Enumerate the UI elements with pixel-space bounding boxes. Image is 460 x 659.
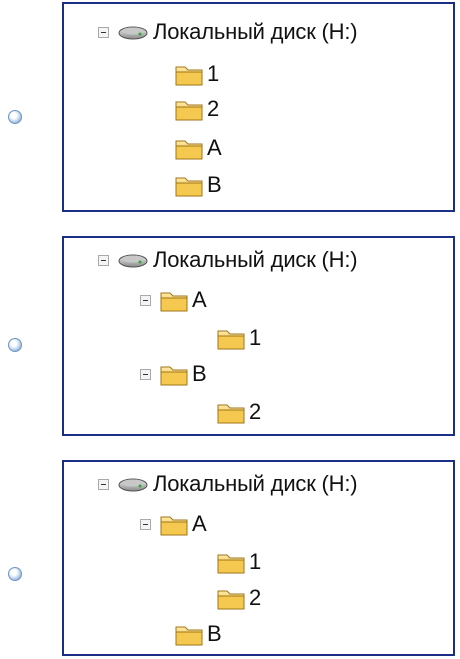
- folder-icon: [217, 590, 245, 610]
- folder-icon: [175, 177, 203, 197]
- folder-icon: [160, 366, 188, 386]
- folder-icon: [175, 101, 203, 121]
- drive-icon: [118, 478, 148, 492]
- tree-node-folder[interactable]: 1: [174, 60, 219, 88]
- tree-node-folder[interactable]: 1: [216, 548, 261, 576]
- folder-label: B: [207, 172, 222, 197]
- folder-label: 2: [207, 96, 220, 121]
- folder-label: 1: [249, 325, 262, 350]
- answer-option-3: Локальный диск (H:) A 1 2 B: [0, 456, 460, 659]
- tree-node-folder[interactable]: 2: [216, 398, 261, 426]
- tree-node-folder[interactable]: A: [140, 286, 207, 314]
- tree-node-folder[interactable]: A: [140, 510, 207, 538]
- collapse-icon[interactable]: [98, 478, 109, 490]
- folder-icon: [160, 292, 188, 312]
- folder-label: B: [192, 361, 207, 386]
- folder-label: A: [192, 287, 207, 312]
- folder-tree-panel-3: Локальный диск (H:) A 1 2 B: [62, 460, 455, 656]
- folder-tree-panel-2: Локальный диск (H:) A 1 B 2: [62, 236, 455, 436]
- radio-button-option-2[interactable]: [8, 338, 22, 352]
- tree-node-folder[interactable]: A: [174, 134, 222, 162]
- collapse-icon[interactable]: [140, 294, 151, 306]
- collapse-icon[interactable]: [98, 254, 109, 266]
- folder-label: 1: [207, 61, 220, 86]
- folder-label: A: [192, 511, 207, 536]
- folder-icon: [160, 516, 188, 536]
- drive-label: Локальный диск (H:): [153, 19, 358, 44]
- drive-icon: [118, 254, 148, 268]
- collapse-icon[interactable]: [140, 518, 151, 530]
- tree-node-folder[interactable]: B: [174, 171, 222, 199]
- folder-label: A: [207, 135, 222, 160]
- folder-icon: [217, 330, 245, 350]
- folder-icon: [175, 66, 203, 86]
- answer-option-2: Локальный диск (H:) A 1 B 2: [0, 232, 460, 440]
- drive-icon: [118, 26, 148, 40]
- folder-icon: [217, 554, 245, 574]
- tree-node-drive[interactable]: Локальный диск (H:): [98, 470, 358, 498]
- tree-node-folder[interactable]: 2: [174, 95, 219, 123]
- folder-icon: [175, 140, 203, 160]
- tree-node-drive[interactable]: Локальный диск (H:): [98, 18, 358, 46]
- answer-option-1: Локальный диск (H:) 1 2 A B: [0, 0, 460, 215]
- collapse-icon[interactable]: [98, 26, 109, 38]
- collapse-icon[interactable]: [140, 368, 151, 380]
- radio-button-option-3[interactable]: [8, 567, 22, 581]
- folder-label: 2: [249, 399, 262, 424]
- folder-label: B: [207, 621, 222, 646]
- tree-node-folder[interactable]: 1: [216, 324, 261, 352]
- drive-label: Локальный диск (H:): [153, 247, 358, 272]
- radio-button-option-1[interactable]: [8, 110, 22, 124]
- folder-label: 2: [249, 585, 262, 610]
- folder-icon: [217, 404, 245, 424]
- tree-node-drive[interactable]: Локальный диск (H:): [98, 246, 358, 274]
- tree-node-folder[interactable]: 2: [216, 584, 261, 612]
- tree-node-folder[interactable]: B: [174, 620, 222, 648]
- folder-tree-panel-1: Локальный диск (H:) 1 2 A B: [62, 2, 455, 212]
- folder-label: 1: [249, 549, 262, 574]
- folder-icon: [175, 626, 203, 646]
- drive-label: Локальный диск (H:): [153, 471, 358, 496]
- tree-node-folder[interactable]: B: [140, 360, 207, 388]
